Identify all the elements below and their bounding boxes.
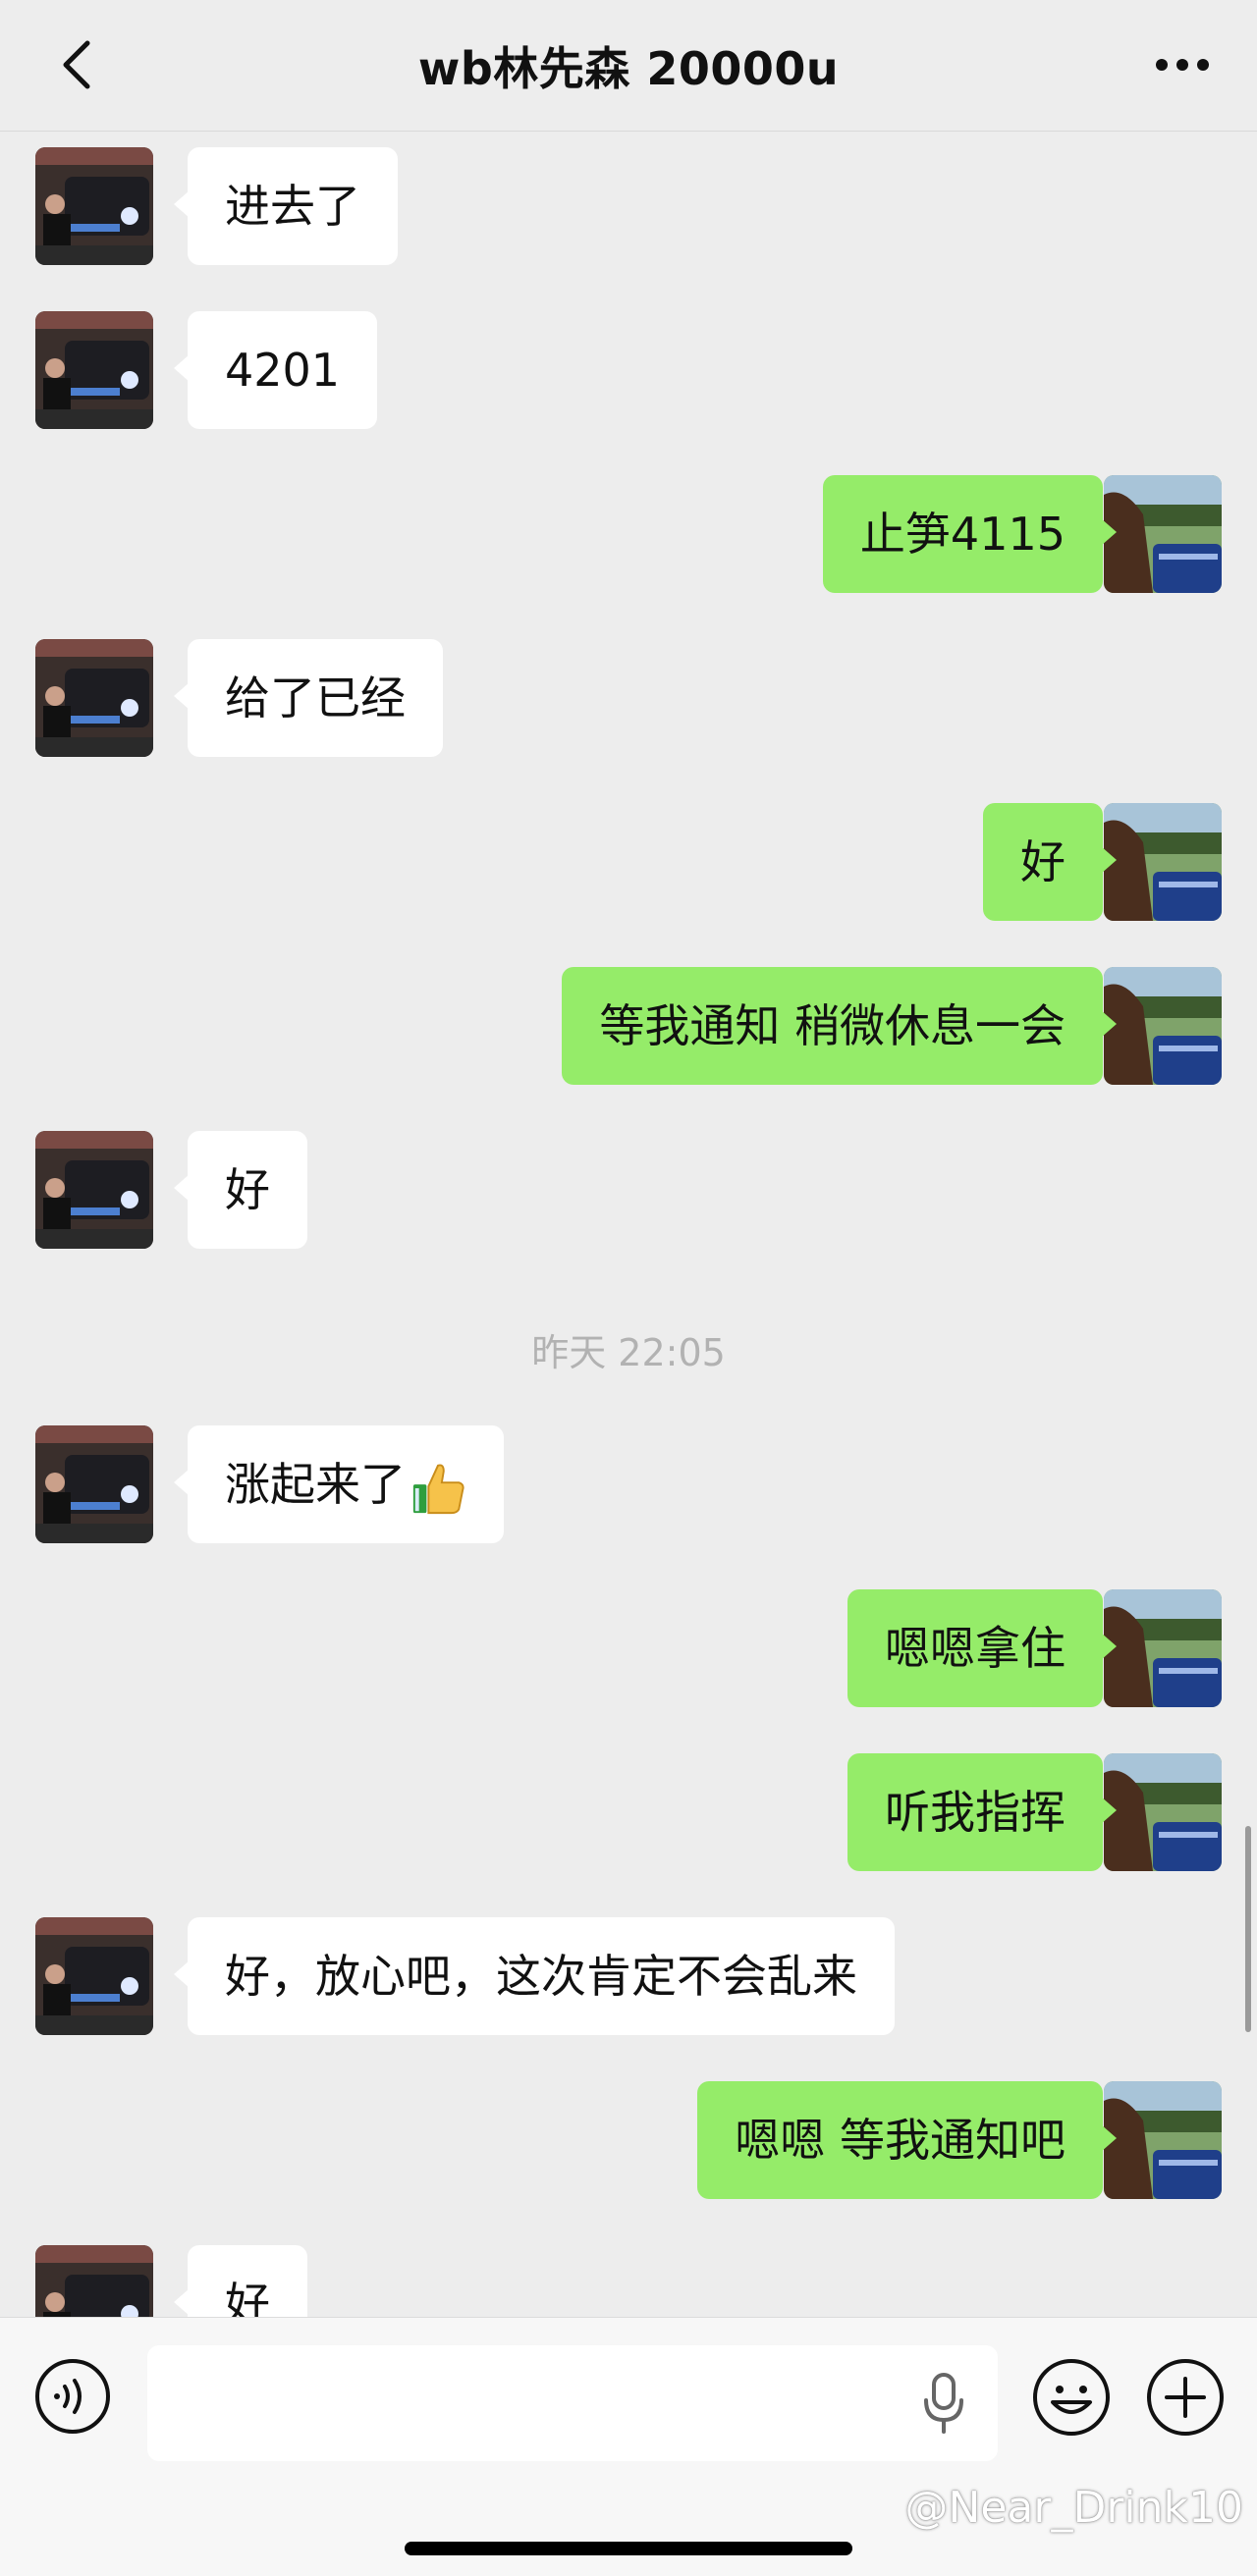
message-row: 听我指挥	[0, 1753, 1257, 1871]
plus-icon	[1147, 2359, 1224, 2436]
timestamp: 昨天 22:05	[531, 1331, 726, 1374]
message-row: 止笋4115	[0, 475, 1257, 593]
self-avatar[interactable]	[1104, 1753, 1222, 1871]
contact-avatar[interactable]	[35, 311, 153, 429]
message-row: 涨起来了	[0, 1425, 1257, 1543]
watermark: @Near_Drink10	[904, 2483, 1243, 2533]
input-bar: @Near_Drink10	[0, 2317, 1257, 2576]
scrollbar[interactable]	[1245, 1826, 1251, 2032]
message-bubble[interactable]: 好	[174, 2245, 307, 2317]
message-list[interactable]: 进去了 4201 止笋4115 给了已经 好 等我通知 稍微休息一会 好 昨天 …	[0, 133, 1257, 2317]
contact-avatar[interactable]	[35, 147, 153, 265]
message-row: 好	[0, 2245, 1257, 2317]
more-button[interactable]	[1147, 37, 1218, 92]
message-bubble[interactable]: 听我指挥	[847, 1753, 1117, 1871]
message-bubble[interactable]: 涨起来了	[174, 1425, 504, 1543]
voice-icon	[35, 2359, 110, 2434]
message-bubble[interactable]: 好	[983, 803, 1117, 921]
self-avatar[interactable]	[1104, 475, 1222, 593]
voice-button[interactable]	[33, 2357, 112, 2436]
chat-title: wb林先森 20000u	[417, 41, 840, 95]
message-bubble[interactable]: 等我通知 稍微休息一会	[562, 967, 1117, 1085]
message-row: 给了已经	[0, 639, 1257, 757]
mic-button[interactable]	[919, 2371, 968, 2436]
message-row: 好	[0, 1131, 1257, 1249]
home-indicator[interactable]	[405, 2542, 852, 2555]
self-avatar[interactable]	[1104, 803, 1222, 921]
message-bubble[interactable]: 好，放心吧，这次肯定不会乱来	[174, 1917, 895, 2035]
more-dots-icon	[1156, 59, 1209, 71]
message-bubble[interactable]: 好	[174, 1131, 307, 1249]
message-bubble[interactable]: 嗯嗯 等我通知吧	[697, 2081, 1117, 2199]
chat-header: wb林先森 20000u	[0, 0, 1257, 132]
message-bubble[interactable]: 止笋4115	[822, 475, 1118, 593]
self-avatar[interactable]	[1104, 2081, 1222, 2199]
message-input[interactable]	[147, 2345, 998, 2461]
message-row: 等我通知 稍微休息一会	[0, 967, 1257, 1085]
message-row: 好，放心吧，这次肯定不会乱来	[0, 1917, 1257, 2035]
message-bubble[interactable]: 进去了	[174, 147, 398, 265]
emoji-icon	[1033, 2359, 1110, 2436]
message-bubble[interactable]: 4201	[173, 311, 378, 429]
contact-avatar[interactable]	[35, 1425, 153, 1543]
message-row: 进去了	[0, 147, 1257, 265]
plus-button[interactable]	[1145, 2357, 1226, 2438]
contact-avatar[interactable]	[35, 1131, 153, 1249]
message-bubble[interactable]: 给了已经	[174, 639, 443, 757]
chevron-left-icon	[63, 40, 90, 89]
thumbs-up-emoji	[412, 1463, 465, 1514]
mic-icon	[924, 2373, 963, 2434]
message-row: 好	[0, 803, 1257, 921]
message-row: 4201	[0, 311, 1257, 429]
message-row: 嗯嗯 等我通知吧	[0, 2081, 1257, 2199]
self-avatar[interactable]	[1104, 967, 1222, 1085]
message-bubble[interactable]: 嗯嗯拿住	[847, 1589, 1117, 1707]
emoji-button[interactable]	[1031, 2357, 1112, 2438]
contact-avatar[interactable]	[35, 1917, 153, 2035]
contact-avatar[interactable]	[35, 2245, 153, 2317]
contact-avatar[interactable]	[35, 639, 153, 757]
message-text: 涨起来了	[225, 1458, 406, 1511]
message-row: 嗯嗯拿住	[0, 1589, 1257, 1707]
self-avatar[interactable]	[1104, 1589, 1222, 1707]
back-button[interactable]	[55, 37, 98, 92]
